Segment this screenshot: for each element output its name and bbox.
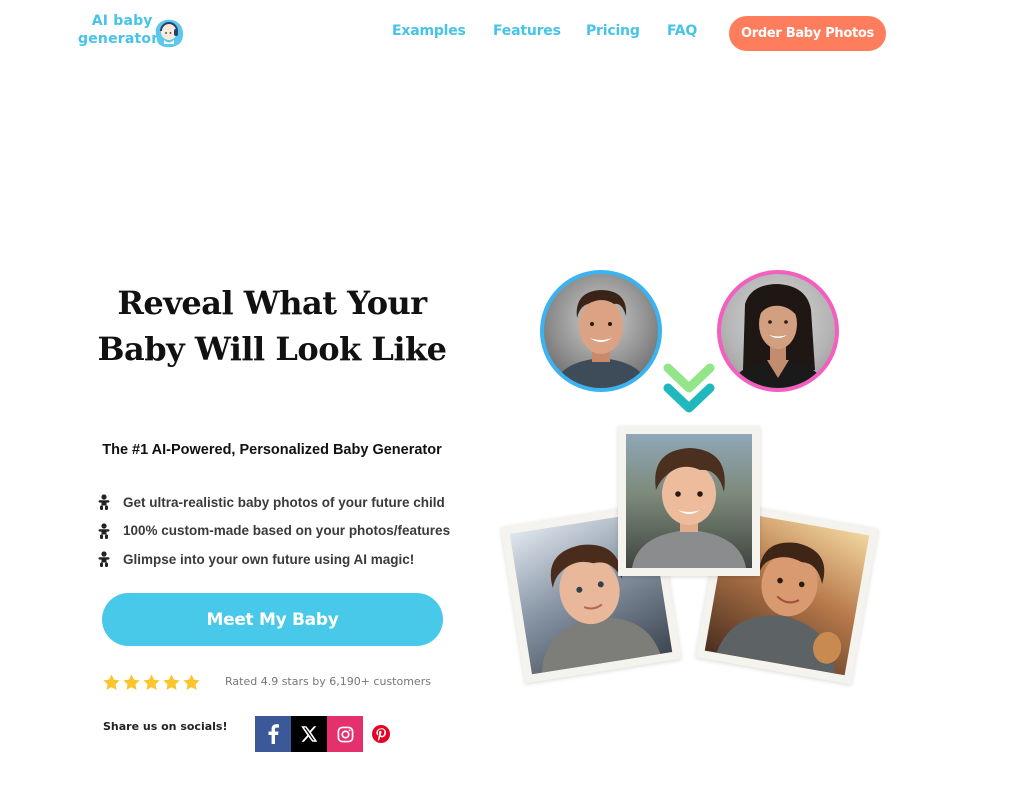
- instagram-share-button[interactable]: [327, 716, 363, 752]
- feature-item: Glimpse into your own future using AI ma…: [98, 545, 450, 574]
- feature-item: Get ultra-realistic baby photos of your …: [98, 488, 450, 517]
- star-icon: [143, 674, 160, 690]
- baby-icon: [98, 551, 110, 568]
- feature-text: 100% custom-made based on your photos/fe…: [123, 523, 451, 539]
- hero-subtitle: The #1 AI-Powered, Personalized Baby Gen…: [102, 442, 442, 458]
- nav-faq[interactable]: FAQ: [667, 23, 697, 39]
- mother-portrait: [731, 284, 825, 388]
- mother-photo: [717, 270, 839, 392]
- site-header: AI baby generator Examples Features Pric…: [0, 0, 1024, 66]
- baby-headphones-icon: [155, 19, 184, 48]
- child-photo-center: [618, 426, 760, 576]
- star-icon: [123, 674, 140, 690]
- star-icon: [103, 674, 120, 690]
- star-rating: [102, 673, 201, 692]
- social-share-buttons: [255, 716, 399, 752]
- nav-pricing[interactable]: Pricing: [586, 23, 640, 39]
- order-baby-photos-button[interactable]: Order Baby Photos: [729, 16, 886, 51]
- father-photo: [540, 270, 662, 392]
- logo[interactable]: AI baby generator: [78, 12, 190, 54]
- nav-examples[interactable]: Examples: [392, 23, 466, 39]
- feature-item: 100% custom-made based on your photos/fe…: [98, 517, 450, 546]
- logo-text: AI baby generator: [78, 12, 158, 48]
- hero-title: Reveal What Your Baby Will Look Like: [97, 284, 447, 368]
- feature-list: Get ultra-realistic baby photos of your …: [98, 488, 450, 574]
- share-label: Share us on socials!: [103, 720, 228, 733]
- baby-icon: [98, 494, 110, 511]
- child-portrait: [632, 448, 746, 568]
- star-icon: [183, 674, 200, 690]
- nav-features[interactable]: Features: [493, 23, 561, 39]
- feature-text: Glimpse into your own future using AI ma…: [123, 551, 415, 567]
- star-icon: [163, 674, 180, 690]
- baby-icon: [98, 523, 110, 539]
- father-portrait: [554, 290, 648, 388]
- facebook-share-button[interactable]: [255, 716, 291, 752]
- meet-my-baby-button[interactable]: Meet My Baby: [102, 593, 443, 646]
- x-share-button[interactable]: [291, 716, 327, 752]
- feature-text: Get ultra-realistic baby photos of your …: [123, 494, 445, 510]
- facebook-icon: [268, 724, 279, 744]
- instagram-icon: [337, 726, 353, 742]
- rating-text: Rated 4.9 stars by 6,190+ customers: [225, 675, 431, 688]
- x-icon: [300, 726, 317, 742]
- logo-line-1: AI baby: [91, 13, 153, 29]
- pinterest-share-button[interactable]: [363, 716, 399, 752]
- logo-line-2: generator: [78, 31, 159, 47]
- pinterest-icon: [372, 725, 390, 743]
- double-chevron-down-icon: [663, 363, 715, 413]
